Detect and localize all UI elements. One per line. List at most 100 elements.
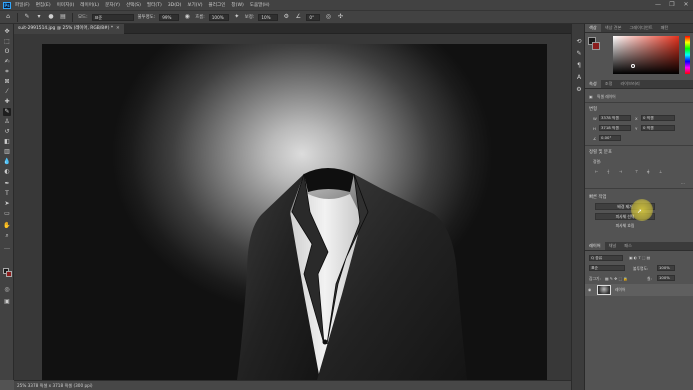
layer-opacity-input[interactable]: 100% <box>657 265 675 271</box>
lasso-tool-icon[interactable]: ʘ <box>3 48 11 56</box>
history-brush-tool-icon[interactable]: ↺ <box>3 128 11 136</box>
x-field[interactable]: 0 픽셀 <box>641 115 675 121</box>
document-tab[interactable]: suit-2991514.jpg @ 25% (레이어, RGB/8#) * ✕ <box>14 24 124 34</box>
more-options-icon[interactable]: … <box>681 180 685 185</box>
tab-paths[interactable]: 패스 <box>620 242 636 250</box>
color-picker-cursor[interactable] <box>631 64 635 68</box>
tab-patterns[interactable]: 패턴 <box>657 24 673 32</box>
tab-swatches[interactable]: 색상 견본 <box>601 24 626 32</box>
fill-input[interactable]: 100% <box>657 275 675 281</box>
mode-select[interactable]: 표준 <box>91 13 134 21</box>
menu-window[interactable]: 창(W) <box>231 2 243 8</box>
tab-channels[interactable]: 채널 <box>605 242 621 250</box>
flow-input[interactable]: 100% <box>208 13 229 21</box>
filter-icons[interactable]: ▣ ◐ T ⬚ ▤ <box>629 255 650 260</box>
opacity-input[interactable]: 99% <box>159 13 180 21</box>
chevron-down-icon[interactable]: ▾ <box>35 13 43 21</box>
align-middle-icon[interactable]: ╪ <box>647 169 649 174</box>
y-field[interactable]: 0 픽셀 <box>641 125 675 131</box>
background-color-chip[interactable] <box>592 42 600 50</box>
symmetry-icon[interactable]: ✣ <box>336 13 344 21</box>
tab-gradients[interactable]: 그레이디언트 <box>625 24 656 32</box>
maximize-button[interactable]: ❐ <box>665 0 679 10</box>
tab-adjustments[interactable]: 조정 <box>601 80 617 88</box>
pressure-opacity-icon[interactable]: ◉ <box>183 13 191 21</box>
menu-filter[interactable]: 필터(T) <box>147 2 162 8</box>
more-tools-icon[interactable]: … <box>3 244 11 252</box>
rectangle-tool-icon[interactable]: ▭ <box>3 210 11 218</box>
tab-color[interactable]: 색상 <box>585 24 601 32</box>
brush-settings-icon[interactable]: ▤ <box>59 13 67 21</box>
gradient-tool-icon[interactable]: ▥ <box>3 148 11 156</box>
menu-file[interactable]: 파일(F) <box>15 2 30 8</box>
healing-brush-tool-icon[interactable]: ✚ <box>3 98 11 106</box>
dodge-tool-icon[interactable]: ◐ <box>3 168 11 176</box>
brush-panel-icon[interactable]: ✎ <box>575 50 583 58</box>
blur-subject-button[interactable]: 피사체 흐림 <box>595 223 655 230</box>
home-icon[interactable]: ⌂ <box>4 13 12 21</box>
tab-libraries[interactable]: 라이브러리 <box>616 80 643 88</box>
clone-stamp-tool-icon[interactable]: ♙ <box>3 118 11 126</box>
brush-tool-icon[interactable]: ✎ <box>23 13 31 21</box>
align-bottom-icon[interactable]: ⊥ <box>659 169 662 174</box>
quick-mask-icon[interactable]: ◎ <box>3 286 11 294</box>
close-button[interactable]: ✕ <box>679 0 693 10</box>
type-tool-icon[interactable]: T <box>3 190 11 198</box>
menu-image[interactable]: 이미지(I) <box>57 2 75 8</box>
smoothing-input[interactable]: 10% <box>258 13 279 21</box>
menu-plugins[interactable]: 플러그인 <box>209 2 226 8</box>
width-field[interactable]: 3378 픽셀 <box>599 115 631 121</box>
path-select-tool-icon[interactable]: ➤ <box>3 200 11 208</box>
menu-select[interactable]: 선택(S) <box>126 2 141 8</box>
quick-select-tool-icon[interactable]: ✍ <box>3 58 11 66</box>
height-field[interactable]: 3718 픽셀 <box>599 125 631 131</box>
hue-slider[interactable] <box>685 36 690 74</box>
layer-filter-select[interactable]: Q 종류 <box>589 255 623 261</box>
brush-tool-icon[interactable]: ✎ <box>3 108 11 116</box>
frame-tool-icon[interactable]: ⊠ <box>3 78 11 86</box>
menu-edit[interactable]: 편집(E) <box>36 2 51 8</box>
minimize-button[interactable]: — <box>651 0 665 10</box>
menu-type[interactable]: 문자(Y) <box>105 2 120 8</box>
align-center-icon[interactable]: ┼ <box>607 169 609 174</box>
align-right-icon[interactable]: ⊣ <box>619 169 622 174</box>
eye-icon[interactable]: ◉ <box>588 287 591 292</box>
blur-tool-icon[interactable]: 💧 <box>3 158 11 166</box>
airbrush-icon[interactable]: ✦ <box>233 13 241 21</box>
lock-icons[interactable]: ▦ ✎ ✥ ⬚ 🔒 <box>605 276 628 281</box>
crop-tool-icon[interactable]: ⌗ <box>3 68 11 76</box>
pen-tool-icon[interactable]: ✒ <box>3 180 11 188</box>
pressure-size-icon[interactable]: ◎ <box>324 13 332 21</box>
layer-name[interactable]: 레이어 <box>615 287 625 293</box>
gear-icon[interactable]: ⚙ <box>282 13 290 21</box>
color-picker-field[interactable] <box>613 36 679 74</box>
menu-help[interactable]: 도움말(H) <box>250 2 270 8</box>
history-panel-icon[interactable]: ⟲ <box>575 38 583 46</box>
layer-row[interactable]: ◉ 레이어 <box>585 284 693 296</box>
align-left-icon[interactable]: ⊢ <box>595 169 598 174</box>
eraser-tool-icon[interactable]: ◧ <box>3 138 11 146</box>
tab-properties[interactable]: 속성 <box>585 80 601 88</box>
status-text: 25% 3378 픽셀 x 3718 픽셀 (300 ppi) <box>17 383 93 388</box>
menu-3d[interactable]: 3D(D) <box>168 3 182 8</box>
canvas-image[interactable] <box>42 44 547 380</box>
screen-mode-icon[interactable]: ▣ <box>3 298 11 306</box>
menu-layer[interactable]: 레이어(L) <box>80 2 99 8</box>
angle-input[interactable]: 0° <box>306 13 321 21</box>
adjust-panel-icon[interactable]: ⚙ <box>575 86 583 94</box>
hand-tool-icon[interactable]: ✋ <box>3 222 11 230</box>
menu-view[interactable]: 보기(V) <box>187 2 202 8</box>
move-tool-icon[interactable]: ✥ <box>3 28 11 36</box>
tab-layers[interactable]: 레이어 <box>585 242 605 250</box>
zoom-tool-icon[interactable]: ⌕ <box>3 232 11 240</box>
paragraph-panel-icon[interactable]: ¶ <box>575 62 583 70</box>
eyedropper-tool-icon[interactable]: ⁄ <box>3 88 11 96</box>
brush-size-icon[interactable]: ● <box>47 13 55 21</box>
marquee-tool-icon[interactable]: ⬚ <box>3 38 11 46</box>
background-color-swatch[interactable] <box>6 271 12 277</box>
angle-field[interactable]: 0.00° <box>599 135 621 141</box>
close-tab-icon[interactable]: ✕ <box>116 26 120 31</box>
align-top-icon[interactable]: ⊤ <box>635 169 638 174</box>
character-panel-icon[interactable]: A <box>575 74 583 82</box>
blend-mode-select[interactable]: 표준 <box>589 265 625 271</box>
